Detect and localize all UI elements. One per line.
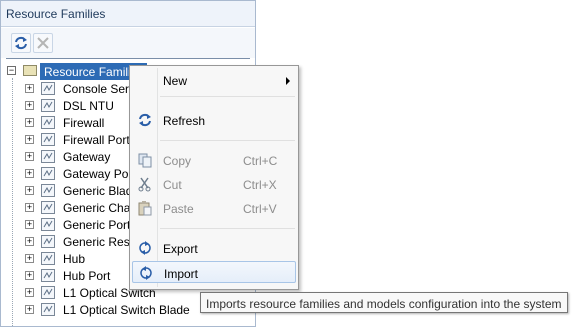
menu-item-label: Cut	[163, 178, 182, 192]
expand-icon[interactable]: +	[25, 135, 34, 144]
scissors-icon	[138, 177, 151, 192]
expand-icon[interactable]: +	[25, 271, 34, 280]
menu-item-cut[interactable]: Cut Ctrl+X	[132, 173, 296, 195]
expand-icon[interactable]: +	[25, 118, 34, 127]
tree-item-label: Console Serv	[63, 82, 136, 96]
resource-family-icon	[41, 286, 55, 299]
refresh-icon	[139, 113, 151, 127]
tree-item-label: Hub	[63, 252, 86, 266]
resource-family-icon	[41, 184, 55, 197]
tree-item-label: Generic Blad	[63, 184, 133, 198]
folder-icon	[23, 65, 37, 76]
expand-icon[interactable]: +	[25, 254, 34, 263]
menu-item-paste[interactable]: Paste Ctrl+V	[132, 197, 296, 219]
delete-icon	[37, 37, 49, 49]
menu-separator	[160, 228, 295, 229]
menu-item-shortcut: Ctrl+C	[243, 154, 278, 168]
resource-family-icon	[41, 133, 55, 146]
menu-separator	[160, 96, 295, 97]
delete-button[interactable]	[33, 33, 53, 53]
resource-family-icon	[41, 99, 55, 112]
tree-item-label: L1 Optical Switch Blade	[63, 303, 190, 317]
resource-family-icon	[41, 252, 55, 265]
menu-item-copy[interactable]: Copy Ctrl+C	[132, 149, 296, 171]
expand-icon[interactable]: +	[25, 152, 34, 161]
tree-item-label: Generic Reso	[63, 235, 137, 249]
refresh-button[interactable]	[11, 33, 31, 53]
refresh-icon	[15, 36, 27, 50]
panel-title: Resource Families	[1, 1, 255, 27]
expand-icon[interactable]: +	[25, 220, 34, 229]
menu-item-label: Import	[164, 267, 199, 281]
resource-family-icon	[41, 116, 55, 129]
resource-family-icon	[41, 150, 55, 163]
panel-toolbar	[1, 28, 255, 58]
resource-family-icon	[41, 235, 55, 248]
expand-icon[interactable]: +	[25, 84, 34, 93]
submenu-arrow-icon	[286, 77, 290, 85]
tree-item-label: Generic Port	[63, 218, 131, 232]
menu-item-shortcut: Ctrl+X	[243, 178, 277, 192]
expand-icon[interactable]: +	[25, 305, 34, 314]
collapse-icon[interactable]: −	[7, 66, 16, 75]
resource-family-icon	[41, 218, 55, 231]
menu-item-label: Paste	[163, 202, 194, 216]
resource-family-icon	[41, 269, 55, 282]
paste-icon	[138, 201, 152, 216]
resource-family-icon	[41, 167, 55, 180]
expand-icon[interactable]: +	[25, 288, 34, 297]
expand-icon[interactable]: +	[25, 186, 34, 195]
menu-item-export[interactable]: Export	[132, 237, 296, 259]
menu-item-shortcut: Ctrl+V	[243, 202, 277, 216]
tree-item-label: DSL NTU	[63, 99, 114, 113]
menu-item-label: Export	[163, 242, 198, 256]
resource-family-icon	[41, 303, 55, 316]
tree-item-label: Hub Port	[63, 269, 111, 283]
menu-item-new[interactable]: New	[132, 69, 296, 91]
menu-item-label: Refresh	[163, 114, 206, 128]
import-icon	[140, 266, 152, 280]
import-tooltip: Imports resource families and models con…	[200, 292, 568, 313]
tree-item-label: Gateway	[63, 150, 111, 164]
tree-item-label: Gateway Por	[63, 167, 133, 181]
menu-item-import[interactable]: Import	[132, 261, 296, 283]
export-icon	[139, 241, 151, 255]
expand-icon[interactable]: +	[25, 203, 34, 212]
tree-item-label: Generic Chas	[63, 201, 137, 215]
resource-family-icon	[41, 201, 55, 214]
menu-item-label: New	[163, 74, 188, 88]
expand-icon[interactable]: +	[25, 169, 34, 178]
toolbar-divider	[6, 58, 250, 59]
resource-family-icon	[41, 82, 55, 95]
context-menu: New Refresh Copy Ctrl+C Cut Ctrl+X Paste…	[129, 65, 299, 290]
menu-separator	[160, 140, 295, 141]
menu-item-refresh[interactable]: Refresh	[132, 109, 296, 131]
copy-icon	[138, 153, 152, 168]
expand-icon[interactable]: +	[25, 101, 34, 110]
tree-item-label: Firewall Port	[63, 133, 130, 147]
expand-icon[interactable]: +	[25, 237, 34, 246]
tree-item-label: Firewall	[63, 116, 105, 130]
menu-item-label: Copy	[163, 154, 192, 168]
